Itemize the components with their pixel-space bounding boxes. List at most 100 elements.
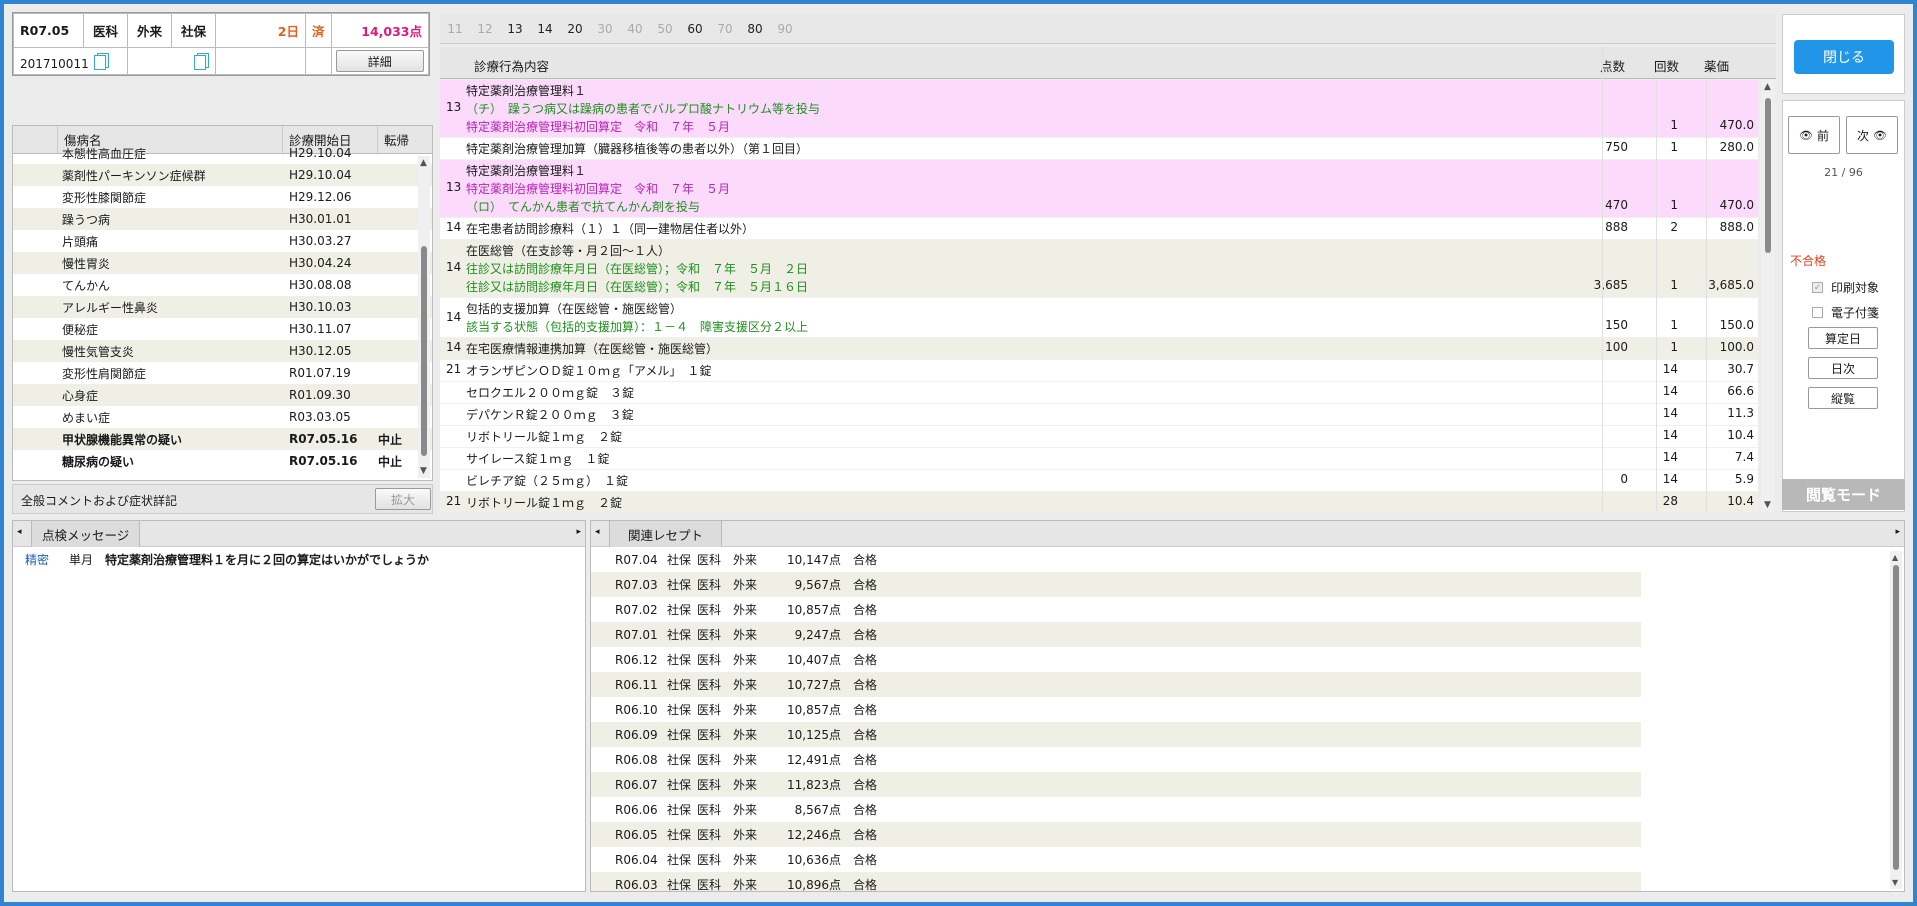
disease-row[interactable]: 躁うつ病 H30.01.01 (13, 208, 432, 230)
esign-checkbox[interactable]: 電子付箋 (1812, 304, 1879, 321)
next-button[interactable]: 次 👁 (1846, 116, 1898, 154)
disease-row[interactable]: 変形性膝関節症 H29.12.06 (13, 186, 432, 208)
tab-40[interactable]: 40 (620, 14, 650, 44)
related-row[interactable]: R07.02 社保 医科 外来 10,857点 合格 (591, 597, 1641, 622)
close-button[interactable]: 閉じる (1794, 40, 1894, 74)
overview-button[interactable]: 縦覧 (1808, 387, 1878, 409)
scroll-right-icon[interactable]: ▸ (1895, 527, 1900, 537)
tab-70[interactable]: 70 (710, 14, 740, 44)
insurance-type: 社保 (171, 13, 216, 48)
treatment-row[interactable]: 13 特定薬剤治療管理料１ 特定薬剤治療管理料初回算定 令和 ７年 ５月 （ロ） てん… (440, 160, 1758, 218)
related-row[interactable]: R06.06 社保 医科 外来 8,567点 合格 (591, 797, 1641, 822)
treatment-row[interactable]: 14 在宅患者訪問診療料（１）１（同一建物居住者以外） 888 2 888.0 (440, 218, 1758, 240)
related-cell: 10,857点 (787, 703, 841, 717)
treatment-scrollbar[interactable]: ▲ ▼ (1761, 80, 1775, 512)
disease-row[interactable]: 糖尿病の疑い R07.05.16 中止 (13, 450, 432, 472)
category-code: 21 (446, 494, 462, 508)
disease-row[interactable]: 変形性肩関節症 R01.07.19 (13, 362, 432, 384)
treatment-row[interactable]: リボトリール錠１ｍｇ ２錠 14 10.4 (440, 426, 1758, 448)
disease-name: アレルギー性鼻炎 (62, 300, 159, 315)
tab-60[interactable]: 60 (680, 14, 710, 44)
related-row[interactable]: R06.10 社保 医科 外来 10,857点 合格 (591, 697, 1641, 722)
check-message[interactable]: 特定薬剤治療管理料１を月に２回の算定はいかがでしょうか (105, 551, 429, 568)
disease-row[interactable]: てんかん H30.08.08 (13, 274, 432, 296)
treatment-row[interactable]: 13 特定薬剤治療管理料１ （チ） 躁うつ病又は躁病の患者でバルプロ酸ナトリウム等を… (440, 80, 1758, 138)
count-value: 1 (1670, 340, 1678, 354)
tab-90[interactable]: 90 (770, 14, 800, 44)
related-row[interactable]: R07.04 社保 医科 外来 10,147点 合格 (591, 547, 1641, 572)
related-scrollbar[interactable]: ▲ ▼ (1890, 551, 1902, 889)
disease-row[interactable]: 薬剤性パーキンソン症候群 H29.10.04 (13, 164, 432, 186)
treatment-row[interactable]: セロクエル２００ｍｇ錠 ３錠 14 66.6 (440, 382, 1758, 404)
tab-13[interactable]: 13 (500, 14, 530, 44)
tab-50[interactable]: 50 (650, 14, 680, 44)
disease-row[interactable]: 慢性気管支炎 H30.12.05 (13, 340, 432, 362)
document-icon-2[interactable] (193, 52, 209, 70)
disease-date: H30.08.08 (289, 278, 352, 292)
related-row[interactable]: R06.11 社保 医科 外来 10,727点 合格 (591, 672, 1641, 697)
treatment-row[interactable]: 14 在宅医療情報連携加算（在医総管・施医総管） 100 1 100.0 (440, 338, 1758, 360)
related-row[interactable]: R06.12 社保 医科 外来 10,407点 合格 (591, 647, 1641, 672)
treatment-row[interactable]: 21 リボトリール錠１ｍｇ ２錠 28 10.4 (440, 492, 1758, 512)
scroll-left-icon[interactable]: ◂ (17, 527, 22, 537)
related-row[interactable]: R06.08 社保 医科 外来 12,491点 合格 (591, 747, 1641, 772)
related-cell: R06.04 (615, 852, 658, 867)
tab-80[interactable]: 80 (740, 14, 770, 44)
related-row[interactable]: R07.03 社保 医科 外来 9,567点 合格 (591, 572, 1641, 597)
disease-scrollbar[interactable]: ▲ ▼ (418, 156, 430, 478)
related-cell: 外来 (733, 803, 758, 817)
daily-button[interactable]: 日次 (1808, 357, 1878, 379)
scroll-left-icon[interactable]: ◂ (595, 527, 600, 537)
tab-check-message[interactable]: 点検メッセージ (31, 521, 141, 547)
expand-button[interactable]: 拡大 (375, 488, 431, 510)
disease-outcome (378, 142, 418, 164)
treatment-row[interactable]: 14 包括的支援加算（在医総管・施医総管） 該当する状態（包括的支援加算）：１－４ … (440, 298, 1758, 338)
treatment-line: 往診又は訪問診療年月日（在医総管）；令和 ７年 ５月１６日 (466, 280, 809, 294)
tab-14[interactable]: 14 (530, 14, 560, 44)
disease-row[interactable]: アレルギー性鼻炎 H30.10.03 (13, 296, 432, 318)
related-cell: 社保 (667, 878, 692, 892)
related-row[interactable]: R07.01 社保 医科 外来 9,247点 合格 (591, 622, 1641, 647)
document-icon[interactable] (93, 52, 109, 70)
treatment-row[interactable]: デパケンＲ錠２００ｍｇ ３錠 14 11.3 (440, 404, 1758, 426)
treatment-row[interactable]: 14 在医総管（在支診等・月２回〜１人） 往診又は訪問診療年月日（在医総管）；令和 … (440, 240, 1758, 298)
disease-row[interactable]: 本態性高血圧症 H29.10.04 (13, 142, 432, 164)
calc-day-button[interactable]: 算定日 (1808, 327, 1878, 349)
print-checkbox[interactable]: ✓ 印刷対象 (1812, 279, 1879, 296)
tab-30[interactable]: 30 (590, 14, 620, 44)
disease-name: めまい症 (62, 410, 111, 425)
disease-row[interactable]: めまい症 R03.03.05 (13, 406, 432, 428)
tab-12[interactable]: 12 (470, 14, 500, 44)
disease-name: 変形性膝関節症 (62, 190, 147, 205)
related-row[interactable]: R06.03 社保 医科 外来 10,896点 合格 (591, 872, 1641, 892)
disease-row[interactable]: 慢性胃炎 H30.04.24 (13, 252, 432, 274)
related-cell: 外来 (733, 728, 758, 742)
disease-name: てんかん (62, 278, 111, 293)
related-cell: R07.03 (615, 577, 658, 592)
disease-row[interactable]: 心身症 R01.09.30 (13, 384, 432, 406)
disease-row[interactable]: 甲状腺機能異常の疑い R07.05.16 中止 (13, 428, 432, 450)
tab-related-receipts[interactable]: 関連レセプト (609, 521, 723, 547)
treatment-row[interactable]: ビレチア錠（２５ｍｇ） １錠 0 14 5.9 (440, 470, 1758, 492)
tab-20[interactable]: 20 (560, 14, 590, 44)
scroll-right-icon[interactable]: ▸ (576, 527, 581, 537)
related-row[interactable]: R06.07 社保 医科 外来 11,823点 合格 (591, 772, 1641, 797)
treatment-row[interactable]: サイレース錠１ｍｇ １錠 14 7.4 (440, 448, 1758, 470)
disease-row[interactable]: 片頭痛 H30.03.27 (13, 230, 432, 252)
tab-11[interactable]: 11 (440, 14, 470, 44)
treatment-table: 13 特定薬剤治療管理料１ （チ） 躁うつ病又は躁病の患者でバルプロ酸ナトリウム等を… (440, 80, 1758, 512)
treatment-line: 特定薬剤治療管理加算（臓器移植後等の患者以外）（第１回目） (466, 142, 809, 156)
detail-button[interactable]: 詳細 (335, 50, 424, 72)
prev-button[interactable]: 👁 前 (1788, 116, 1840, 154)
related-row[interactable]: R06.09 社保 医科 外来 10,125点 合格 (591, 722, 1641, 747)
disease-name: 本態性高血圧症 (62, 146, 147, 161)
main-table-header: 診療行為内容 点数 回数 薬価 (440, 47, 1776, 79)
treatment-row[interactable]: 21 オランザピンＯＤ錠１０ｍｇ「アメル」 １錠 14 30.7 (440, 360, 1758, 382)
count-value: 2 (1670, 220, 1678, 234)
treatment-row[interactable]: 特定薬剤治療管理加算（臓器移植後等の患者以外）（第１回目） 750 1 280.0 (440, 138, 1758, 160)
related-cell: 社保 (667, 853, 692, 867)
related-row[interactable]: R06.05 社保 医科 外来 12,246点 合格 (591, 822, 1641, 847)
related-row[interactable]: R06.04 社保 医科 外来 10,636点 合格 (591, 847, 1641, 872)
disease-row[interactable]: 便秘症 H30.11.07 (13, 318, 432, 340)
related-cell: 社保 (667, 703, 692, 717)
